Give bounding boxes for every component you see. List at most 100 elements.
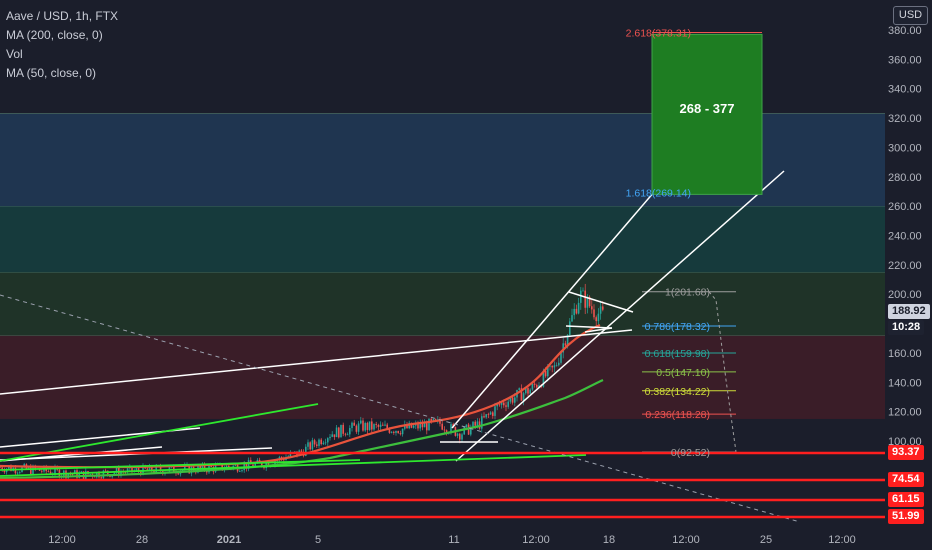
fib-label-5: 0.786(178.32) <box>645 321 710 333</box>
price-chart[interactable]: 268 - 377 0(92.52) 0.236(118.28) 0.382(134… <box>0 0 932 550</box>
vol-legend[interactable]: Vol <box>6 45 118 64</box>
fib-label-7: 1.618(269.14) <box>626 188 691 200</box>
candle-body <box>555 365 558 367</box>
candle-body <box>146 468 149 470</box>
candle-body <box>379 424 382 427</box>
candle-body <box>465 424 468 427</box>
fib-label-4: 0.618(159.98) <box>645 348 710 360</box>
candle-body <box>595 317 597 322</box>
candle-body <box>333 434 336 438</box>
candle-body <box>558 362 560 366</box>
candle-body <box>340 424 342 438</box>
candle-body <box>307 442 309 447</box>
candle-body <box>393 431 395 433</box>
candle-body <box>41 470 43 472</box>
candle-body <box>353 422 355 426</box>
candle-body <box>375 424 377 425</box>
candle-body <box>443 429 446 431</box>
candle-body <box>177 473 179 475</box>
candle-body <box>511 397 514 403</box>
fib-zone-1 <box>0 272 885 336</box>
candle-body <box>476 421 479 426</box>
price-tick: 240.00 <box>888 230 922 242</box>
price-tick: 260.00 <box>888 201 922 213</box>
candle-body <box>573 308 575 316</box>
candle-body <box>456 433 459 436</box>
candle-body <box>390 431 393 433</box>
green-trend-2[interactable] <box>0 454 587 477</box>
current-price-tag: 188.92 <box>888 304 930 319</box>
candle-body <box>593 309 595 318</box>
price-axis-bg <box>885 0 932 550</box>
candle-body <box>346 434 349 436</box>
fib-label-2: 0.382(134.22) <box>645 386 710 398</box>
candle-body <box>0 467 1 469</box>
time-tick: 12:00 <box>672 534 700 546</box>
candle-body <box>553 365 556 368</box>
support-tag-2: 74.54 <box>888 472 924 487</box>
candle-body <box>357 423 360 432</box>
candle-body <box>360 420 362 424</box>
candle-body <box>322 442 325 445</box>
candle-body <box>507 401 509 407</box>
candle-body <box>518 388 520 390</box>
candle-body <box>536 384 538 388</box>
time-tick: 12:00 <box>48 534 76 546</box>
candle-body <box>316 444 318 446</box>
fib-label-0: 0(92.52) <box>671 447 710 459</box>
countdown-tag: 10:28 <box>888 320 925 335</box>
candle-body <box>320 439 322 445</box>
ma50-legend[interactable]: MA (50, close, 0) <box>6 64 118 83</box>
candle-body <box>300 450 303 452</box>
candle-body <box>368 421 371 430</box>
candle-body <box>522 393 525 401</box>
candle-body <box>19 472 21 473</box>
candle-body <box>529 389 531 394</box>
candle-body <box>364 423 366 431</box>
price-tick: 160.00 <box>888 348 922 360</box>
candle-body <box>135 468 138 471</box>
price-tick: 200.00 <box>888 289 922 301</box>
time-axis: 12:00 28 2021 5 11 12:00 18 12:00 25 12:00 <box>0 527 932 550</box>
candle-body <box>351 422 353 429</box>
price-axis: 100.00120.00140.00160.00180.00200.00220.… <box>885 0 932 550</box>
candle-body <box>492 412 494 416</box>
chart-legend: Aave / USD, 1h, FTX MA (200, close, 0) V… <box>6 7 118 83</box>
candle-body <box>489 412 492 415</box>
candle-body <box>239 471 241 472</box>
support-lines <box>0 451 885 519</box>
fib-zone-0 <box>0 335 885 419</box>
currency-button[interactable]: USD <box>893 6 928 25</box>
fib-label-6: 1(201.68) <box>665 287 710 299</box>
fib-zone-2 <box>0 206 885 273</box>
candle-body <box>377 424 380 427</box>
ma200-legend[interactable]: MA (200, close, 0) <box>6 26 118 45</box>
candle-body <box>544 370 547 377</box>
price-tick: 320.00 <box>888 113 922 125</box>
candle-body <box>551 365 553 368</box>
price-tick: 120.00 <box>888 407 922 419</box>
candle-body <box>362 420 364 431</box>
candle-body <box>584 290 586 308</box>
candle-body <box>313 440 316 445</box>
candle-body <box>569 321 571 335</box>
candle-body <box>397 430 399 434</box>
candle-body <box>338 427 340 438</box>
candle-body <box>100 477 102 479</box>
candle-body <box>599 306 602 314</box>
candle-body <box>426 423 428 431</box>
time-tick: 18 <box>603 534 615 546</box>
candle-body <box>311 440 314 450</box>
price-tick: 380.00 <box>888 25 922 37</box>
candle-body <box>533 383 536 385</box>
candle-body <box>531 383 534 390</box>
candle-body <box>382 424 384 426</box>
time-tick: 28 <box>136 534 148 546</box>
symbol-title[interactable]: Aave / USD, 1h, FTX <box>6 7 118 26</box>
candle-body <box>342 424 344 434</box>
price-tick: 300.00 <box>888 142 922 154</box>
candle-body <box>582 290 584 292</box>
candle-body <box>503 402 505 406</box>
candle-body <box>331 434 333 437</box>
candle-body <box>30 466 32 475</box>
